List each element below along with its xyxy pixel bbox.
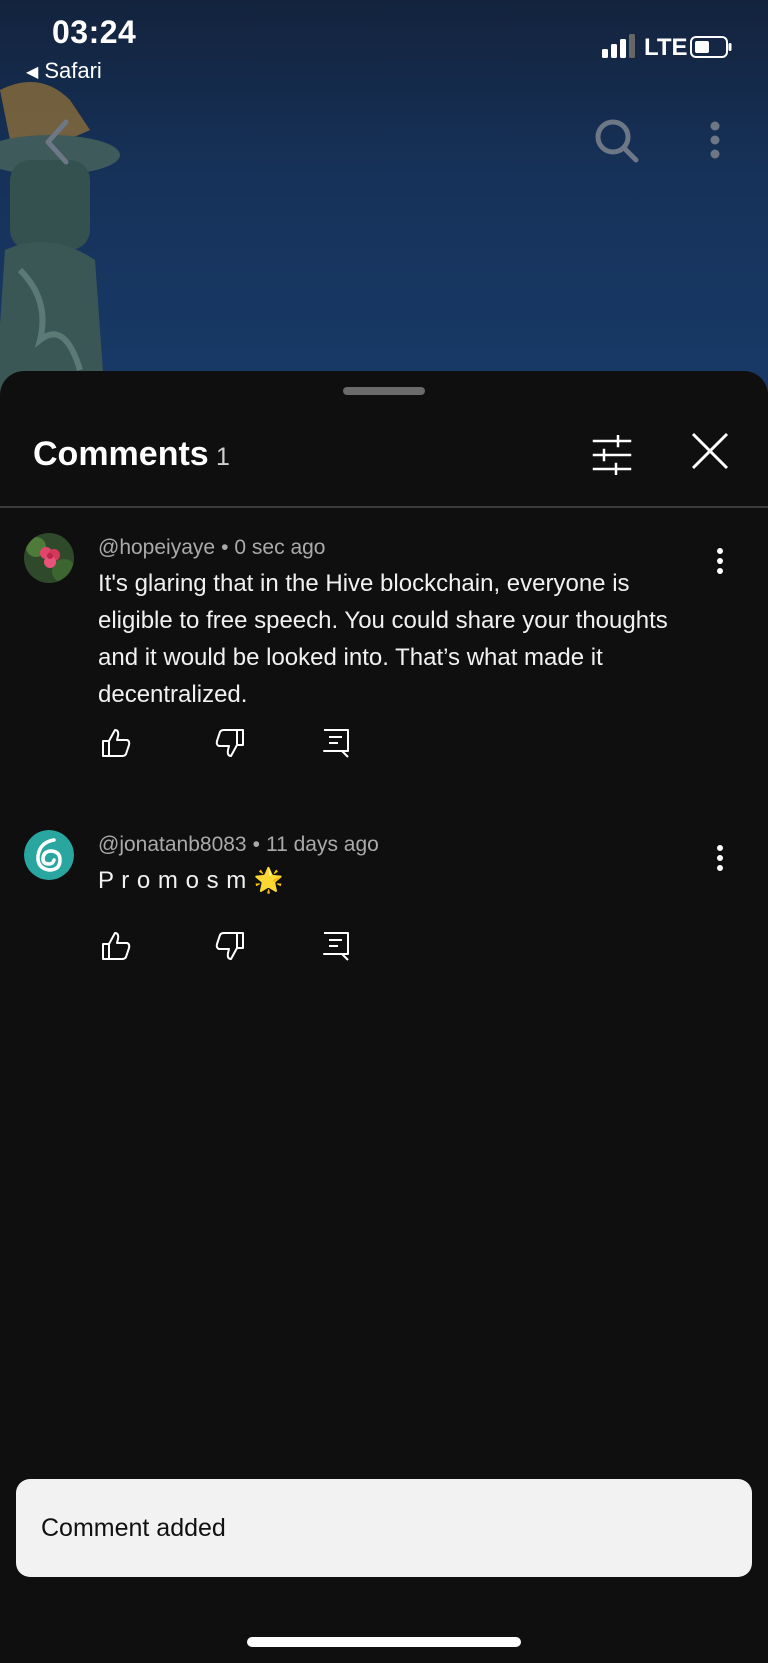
thumbs-up-icon[interactable] [100, 930, 132, 962]
signal-strength-icon [602, 34, 635, 58]
comments-title: Comments [33, 435, 209, 473]
video-player[interactable]: 03:24 ◀ Safari LTE [0, 0, 768, 400]
drag-handle[interactable] [343, 387, 425, 395]
comment-actions [98, 727, 358, 763]
home-indicator[interactable] [247, 1637, 521, 1647]
comments-sheet: Comments 1 @hopeiyaye • 0 sec ago It's g… [0, 371, 768, 1663]
thumbs-down-icon[interactable] [214, 727, 246, 759]
comment-time: 0 sec ago [234, 536, 326, 559]
status-bar: 03:24 ◀ Safari LTE [0, 0, 768, 90]
thumbs-up-icon[interactable] [100, 727, 132, 759]
thumbs-down-icon[interactable] [214, 930, 246, 962]
filter-icon[interactable] [592, 435, 632, 475]
search-icon[interactable] [594, 118, 640, 164]
reply-icon[interactable] [320, 727, 352, 759]
clock-time: 03:24 [52, 14, 137, 50]
battery-icon [690, 36, 732, 58]
comment-meta: @hopeiyaye • 0 sec ago [98, 536, 326, 560]
toast-message: Comment added [41, 1514, 226, 1542]
comment-author[interactable]: @hopeiyaye [98, 536, 215, 559]
back-to-app-link[interactable]: ◀ Safari [26, 58, 102, 84]
reply-icon[interactable] [320, 930, 352, 962]
network-type: LTE [644, 34, 688, 61]
back-chevron-icon[interactable] [42, 118, 70, 166]
more-vert-icon[interactable] [704, 118, 726, 164]
avatar[interactable] [24, 830, 74, 880]
back-app-label: Safari [44, 58, 102, 83]
comment-text: P r o m o s m 🌟 [98, 867, 285, 894]
close-icon[interactable] [690, 431, 730, 471]
header-divider [0, 506, 768, 508]
comment-time: 11 days ago [265, 833, 379, 856]
snackbar-toast: Comment added [16, 1479, 752, 1577]
meta-separator: • [221, 536, 229, 559]
comment-meta: @jonatanb8083 • 11 days ago [98, 833, 379, 857]
comment-item: @jonatanb8083 • 11 days ago P r o m o s m … [0, 830, 768, 980]
avatar[interactable] [24, 533, 74, 583]
meta-separator: • [252, 833, 260, 856]
comment-actions [98, 930, 358, 966]
comment-text: It's glaring that in the Hive blockchain… [98, 570, 668, 708]
comments-header: Comments 1 [0, 415, 768, 507]
comment-author[interactable]: @jonatanb8083 [98, 833, 247, 856]
back-triangle-icon: ◀ [26, 64, 39, 81]
comment-more-icon[interactable] [708, 545, 732, 577]
player-controls [0, 100, 768, 180]
comment-more-icon[interactable] [708, 842, 732, 874]
comment-item: @hopeiyaye • 0 sec ago It's glaring that i… [0, 533, 768, 793]
comments-count: 1 [216, 443, 230, 471]
